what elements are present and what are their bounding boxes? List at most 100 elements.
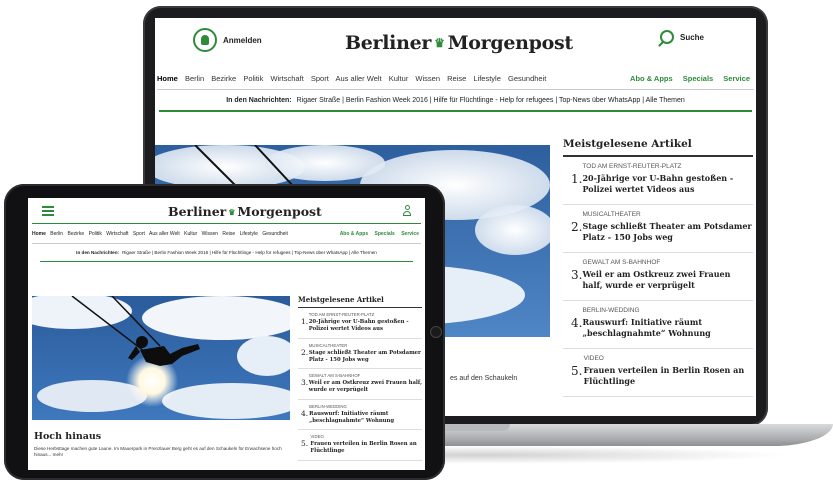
list-item[interactable]: 5. VIDEO Frauen verteilen in Berlin Rose…	[298, 430, 422, 461]
list-item[interactable]: 2. MUSICALTHEATER Stage schließt Theater…	[563, 205, 753, 253]
menu-icon[interactable]	[42, 206, 54, 216]
nav-item-sport[interactable]: Sport	[311, 74, 329, 83]
item-number: 2.	[301, 347, 309, 357]
most-read-heading: Meistgelesene Artikel	[563, 138, 753, 157]
logo-text-right: Morgenpost	[237, 204, 322, 219]
list-item[interactable]: 4. BERLIN-WEDDING Rauswurf: Initiative r…	[563, 301, 753, 349]
item-number: 4.	[571, 316, 583, 330]
login-label: Anmelden	[223, 35, 262, 45]
search-icon	[660, 30, 674, 44]
list-item[interactable]: 1. TOD AM ERNST-REUTER-PLATZ 20-Jährige …	[563, 157, 753, 205]
logo-text-right: Morgenpost	[447, 32, 574, 54]
search-button[interactable]: Suche	[660, 30, 704, 44]
logo-text-left: Berliner	[345, 32, 432, 54]
news-ticker-label: In den Nachrichten:	[226, 96, 292, 104]
news-ticker-links[interactable]: Rigaer Straße | Berlin Fashion Week 2016…	[297, 97, 685, 104]
item-title[interactable]: Frauen verteilen in Berlin Rosen an Flüc…	[584, 365, 753, 387]
item-title[interactable]: Rauswurf: Initiative räumt „beschlagnahm…	[309, 411, 422, 425]
item-number: 5.	[301, 439, 309, 448]
list-item[interactable]: 2. MUSICALTHEATER Stage schließt Theater…	[298, 339, 422, 369]
item-kicker: TOD AM ERNST-REUTER-PLATZ	[308, 312, 375, 317]
list-item[interactable]: 3. GEWALT AM S-BAHNHOF Weil er am Ostkre…	[563, 253, 753, 301]
nav-item-specials[interactable]: Specials	[375, 231, 395, 237]
news-ticker: In den Nachrichten: Rigaer Straße | Berl…	[159, 90, 752, 112]
item-kicker: GEWALT AM S-BAHNHOF	[582, 259, 661, 266]
hero-description: Diese Herbsttage machen gute Laune. Im M…	[34, 446, 282, 457]
nav-item-politik[interactable]: Politik	[243, 74, 263, 83]
nav-item-reise[interactable]: Reise	[447, 74, 466, 83]
nav-item-aus-aller-welt[interactable]: Aus aller Welt	[335, 74, 381, 83]
home-button-icon[interactable]	[430, 326, 442, 338]
nav-item-wirtschaft[interactable]: Wirtschaft	[270, 74, 303, 83]
hero-caption: es auf den Schaukeln	[450, 375, 518, 382]
nav-item-wissen[interactable]: Wissen	[415, 74, 440, 83]
item-kicker: GEWALT AM S-BAHNHOF	[308, 373, 361, 378]
item-title[interactable]: Weil er am Ostkreuz zwei Frauen half, wu…	[582, 269, 753, 291]
item-kicker: BERLIN-WEDDING	[309, 403, 347, 409]
item-kicker: VIDEO	[310, 434, 324, 439]
user-icon[interactable]	[403, 205, 411, 217]
news-ticker-links[interactable]: Rigaer Straße | Berlin Fashion Week 2016…	[122, 250, 377, 255]
nav-item-gesundheit[interactable]: Gesundheit	[262, 231, 288, 237]
item-title[interactable]: Stage schließt Theater am Potsdamer Plat…	[309, 350, 422, 364]
nav-item-home[interactable]: Home	[157, 74, 178, 83]
most-read-panel: Meistgelesene Artikel 1. TOD AM ERNST-RE…	[563, 138, 753, 397]
nav-item-service[interactable]: Service	[723, 74, 750, 83]
nav-item-service[interactable]: Service	[401, 231, 419, 237]
bear-crest-icon: ♛	[228, 206, 236, 217]
site-logo[interactable]: Berliner ♛ Morgenpost	[168, 204, 322, 219]
item-kicker: TOD AM ERNST-REUTER-PLATZ	[582, 163, 682, 170]
item-title[interactable]: Stage schließt Theater am Potsdamer Plat…	[582, 221, 753, 243]
most-read-heading: Meistgelesene Artikel	[298, 295, 422, 308]
main-nav: Home Berlin Bezirke Politik Wirtschaft S…	[32, 224, 421, 244]
item-number: 1.	[301, 317, 309, 326]
most-read-panel: Meistgelesene Artikel 1. TOD AM ERNST-RE…	[298, 295, 422, 461]
site-header: Berliner ♛ Morgenpost	[32, 198, 421, 224]
item-title[interactable]: Rauswurf: Initiative räumt „beschlagnahm…	[582, 317, 753, 339]
nav-item-bezirke[interactable]: Bezirke	[211, 74, 236, 83]
item-title[interactable]: Weil er am Ostkreuz zwei Frauen half, wu…	[309, 380, 422, 394]
nav-item-politik[interactable]: Politik	[89, 231, 102, 237]
item-title[interactable]: 20-Jährige vor U-Bahn gestoßen - Polizei…	[309, 319, 422, 333]
nav-item-wissen[interactable]: Wissen	[202, 231, 218, 237]
list-item[interactable]: 5. VIDEO Frauen verteilen in Berlin Rose…	[563, 349, 753, 397]
item-number: 4.	[301, 408, 309, 418]
nav-item-abo-apps[interactable]: Abo & Apps	[340, 231, 368, 237]
site-header: Anmelden Berliner ♛ Morgenpost Suche	[155, 18, 756, 68]
main-nav: Home Berlin Bezirke Politik Wirtschaft S…	[157, 68, 754, 90]
item-number: 3.	[571, 268, 583, 282]
nav-item-abo-apps[interactable]: Abo & Apps	[630, 74, 673, 83]
nav-item-specials[interactable]: Specials	[683, 74, 713, 83]
nav-item-sport[interactable]: Sport	[133, 231, 145, 237]
list-item[interactable]: 1. TOD AM ERNST-REUTER-PLATZ 20-Jährige …	[298, 308, 422, 339]
nav-item-lifestyle[interactable]: Lifestyle	[240, 231, 258, 237]
nav-item-berlin[interactable]: Berlin	[185, 74, 204, 83]
nav-item-kultur[interactable]: Kultur	[389, 74, 409, 83]
nav-item-reise[interactable]: Reise	[222, 231, 235, 237]
nav-item-bezirke[interactable]: Bezirke	[67, 231, 84, 237]
tablet-screen: Berliner ♛ Morgenpost Home Berlin Bezirk…	[28, 198, 425, 470]
item-number: 2.	[571, 220, 583, 234]
item-number: 3.	[301, 378, 309, 387]
nav-item-kultur[interactable]: Kultur	[184, 231, 197, 237]
nav-item-gesundheit[interactable]: Gesundheit	[508, 74, 546, 83]
list-item[interactable]: 4. BERLIN-WEDDING Rauswurf: Initiative r…	[298, 400, 422, 430]
nav-item-berlin[interactable]: Berlin	[50, 231, 63, 237]
nav-item-lifestyle[interactable]: Lifestyle	[473, 74, 501, 83]
news-ticker: In den Nachrichten: Rigaer Straße | Berl…	[40, 244, 413, 262]
site-logo[interactable]: Berliner ♛ Morgenpost	[345, 32, 573, 54]
item-kicker: MUSICALTHEATER	[582, 211, 641, 218]
nav-item-aus-aller-welt[interactable]: Aus aller Welt	[149, 231, 180, 237]
hero-title[interactable]: Hoch hinaus	[34, 431, 101, 442]
item-title[interactable]: Frauen verteilen in Berlin Rosen an Flüc…	[310, 441, 422, 455]
search-label: Suche	[680, 32, 705, 42]
news-ticker-label: In den Nachrichten:	[76, 250, 120, 255]
hero-image[interactable]	[32, 296, 290, 420]
nav-item-wirtschaft[interactable]: Wirtschaft	[106, 231, 128, 237]
login-button[interactable]: Anmelden	[193, 28, 262, 52]
item-title[interactable]: 20-Jährige vor U-Bahn gestoßen - Polizei…	[582, 173, 753, 195]
logo-text-left: Berliner	[168, 204, 227, 219]
item-kicker: VIDEO	[583, 355, 604, 362]
list-item[interactable]: 3. GEWALT AM S-BAHNHOF Weil er am Ostkre…	[298, 369, 422, 400]
nav-item-home[interactable]: Home	[32, 231, 46, 237]
